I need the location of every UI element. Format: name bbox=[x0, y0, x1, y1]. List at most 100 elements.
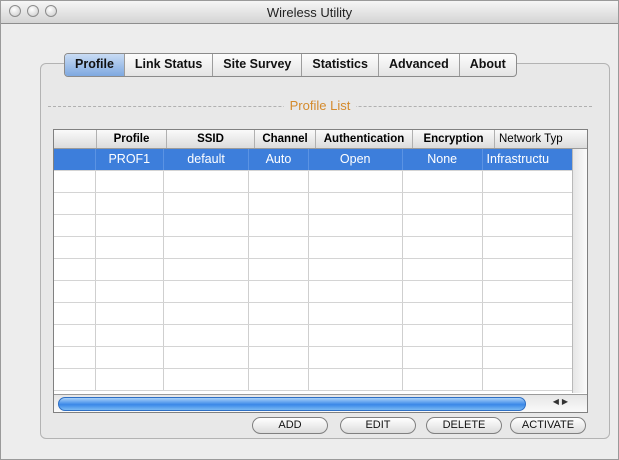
scroll-arrows-icon[interactable]: ◀▶ bbox=[553, 397, 571, 406]
col-select-cell bbox=[54, 259, 96, 280]
app-window: Wireless Utility Profile Link Status Sit… bbox=[0, 0, 619, 460]
col-profile-cell bbox=[96, 237, 164, 258]
table-row[interactable] bbox=[54, 193, 572, 215]
col-select-cell bbox=[54, 237, 96, 258]
col-ssid-cell bbox=[164, 237, 250, 258]
table-row[interactable] bbox=[54, 325, 572, 347]
col-channel-cell bbox=[249, 303, 309, 324]
table-row[interactable] bbox=[54, 215, 572, 237]
col-profile-cell bbox=[96, 303, 164, 324]
table-row[interactable] bbox=[54, 369, 572, 391]
col-ssid-cell bbox=[164, 369, 250, 390]
tab-advanced[interactable]: Advanced bbox=[379, 54, 460, 76]
section-title: Profile List bbox=[283, 98, 357, 113]
col-network-type-cell: Infrastructu bbox=[486, 152, 550, 166]
col-authentication-cell bbox=[309, 237, 403, 258]
tab-site-survey[interactable]: Site Survey bbox=[213, 54, 303, 76]
tab-profile[interactable]: Profile bbox=[65, 54, 125, 76]
col-authentication-cell bbox=[309, 193, 403, 214]
add-button[interactable]: ADD bbox=[252, 417, 328, 434]
col-select-cell bbox=[54, 281, 96, 302]
tab-bar: Profile Link Status Site Survey Statisti… bbox=[64, 53, 517, 77]
col-encryption-cell bbox=[403, 347, 483, 368]
col-channel-cell bbox=[249, 171, 309, 192]
table-row[interactable] bbox=[54, 237, 572, 259]
table-row[interactable]: PROF1 default Auto Open None Infrastructu bbox=[54, 149, 572, 171]
col-profile-cell bbox=[96, 171, 164, 192]
col-channel-cell bbox=[249, 369, 309, 390]
col-ssid-cell: default bbox=[164, 149, 250, 170]
col-authentication-cell bbox=[309, 347, 403, 368]
delete-button[interactable]: DELETE bbox=[426, 417, 502, 434]
col-authentication-cell bbox=[309, 303, 403, 324]
col-ssid-cell bbox=[164, 281, 250, 302]
col-authentication-cell bbox=[309, 215, 403, 236]
col-network-type-cell bbox=[483, 369, 572, 390]
scrollbar-thumb[interactable] bbox=[58, 397, 526, 411]
table-header: Profile SSID Channel Authentication Encrypti… bbox=[54, 130, 587, 149]
col-network-type-cell bbox=[483, 303, 572, 324]
col-encryption-cell bbox=[403, 215, 483, 236]
col-ssid-cell bbox=[164, 259, 250, 280]
window-title: Wireless Utility bbox=[266, 5, 353, 20]
col-profile-cell bbox=[96, 215, 164, 236]
table-row[interactable] bbox=[54, 259, 572, 281]
col-network-type-cell bbox=[483, 237, 572, 258]
col-channel-cell bbox=[249, 259, 309, 280]
col-encryption-header[interactable]: Encryption bbox=[413, 130, 495, 148]
col-profile-header[interactable]: Profile bbox=[97, 130, 167, 148]
col-network-type-header[interactable]: Network Typ bbox=[495, 130, 587, 148]
col-select-header[interactable] bbox=[54, 130, 97, 148]
col-select-cell bbox=[54, 149, 96, 170]
col-profile-cell: PROF1 bbox=[96, 149, 164, 170]
vertical-scrollbar[interactable] bbox=[572, 149, 587, 393]
col-profile-cell bbox=[96, 369, 164, 390]
col-channel-header[interactable]: Channel bbox=[255, 130, 316, 148]
activate-button[interactable]: ACTIVATE bbox=[510, 417, 586, 434]
col-channel-cell bbox=[249, 347, 309, 368]
col-encryption-cell bbox=[403, 281, 483, 302]
col-encryption-cell bbox=[403, 193, 483, 214]
tab-link-status[interactable]: Link Status bbox=[125, 54, 214, 76]
horizontal-scrollbar[interactable]: ◀▶ bbox=[54, 394, 587, 412]
col-select-cell bbox=[54, 303, 96, 324]
section-separator: Profile List bbox=[48, 98, 592, 114]
table-row[interactable] bbox=[54, 281, 572, 303]
profile-table: Profile SSID Channel Authentication Encrypti… bbox=[53, 129, 588, 413]
col-select-cell bbox=[54, 193, 96, 214]
col-ssid-cell bbox=[164, 215, 250, 236]
col-profile-cell bbox=[96, 281, 164, 302]
col-channel-cell bbox=[249, 237, 309, 258]
col-select-cell bbox=[54, 369, 96, 390]
col-encryption-cell bbox=[403, 171, 483, 192]
col-ssid-cell bbox=[164, 347, 250, 368]
col-authentication-cell bbox=[309, 369, 403, 390]
col-channel-cell: Auto bbox=[249, 149, 309, 170]
col-ssid-cell bbox=[164, 171, 250, 192]
col-profile-cell bbox=[96, 259, 164, 280]
tab-statistics[interactable]: Statistics bbox=[302, 54, 379, 76]
col-ssid-cell bbox=[164, 193, 250, 214]
col-authentication-header[interactable]: Authentication bbox=[316, 130, 413, 148]
col-authentication-cell: Open bbox=[309, 149, 403, 170]
col-encryption-cell bbox=[403, 325, 483, 346]
col-encryption-cell bbox=[403, 303, 483, 324]
table-row[interactable] bbox=[54, 303, 572, 325]
col-network-type-cell bbox=[483, 193, 572, 214]
table-row[interactable] bbox=[54, 171, 572, 193]
col-profile-cell bbox=[96, 325, 164, 346]
col-network-type-cell bbox=[483, 325, 572, 346]
col-authentication-cell bbox=[309, 259, 403, 280]
col-ssid-header[interactable]: SSID bbox=[167, 130, 255, 148]
edit-button[interactable]: EDIT bbox=[340, 417, 416, 434]
col-encryption-cell bbox=[403, 259, 483, 280]
col-profile-cell bbox=[96, 347, 164, 368]
title-bar[interactable]: Wireless Utility bbox=[1, 1, 618, 24]
tab-about[interactable]: About bbox=[460, 54, 516, 76]
col-authentication-cell bbox=[309, 325, 403, 346]
col-encryption-cell: None bbox=[403, 149, 483, 170]
col-authentication-cell bbox=[309, 171, 403, 192]
col-network-type-cell bbox=[483, 171, 572, 192]
col-select-cell bbox=[54, 325, 96, 346]
table-row[interactable] bbox=[54, 347, 572, 369]
